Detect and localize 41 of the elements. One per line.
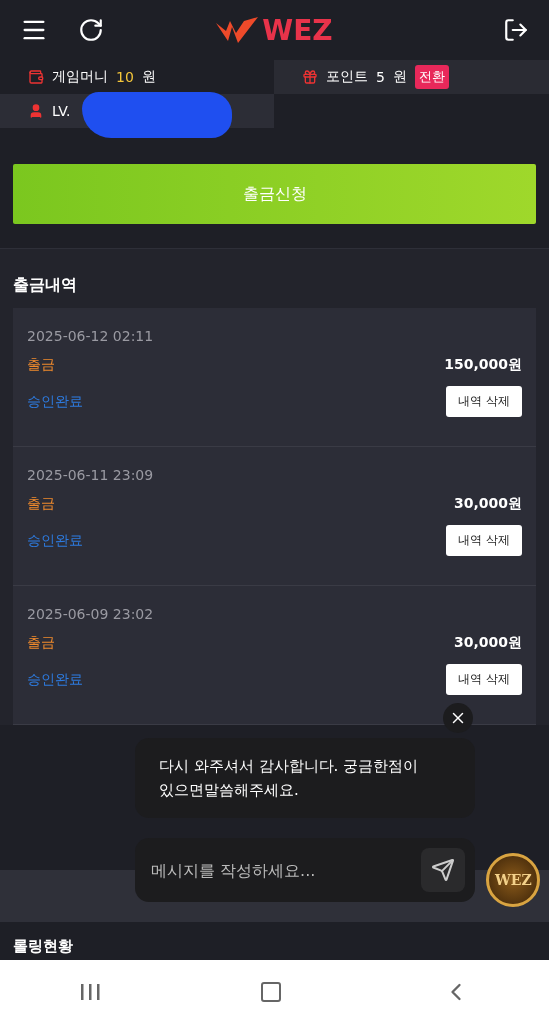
amount-text: 150,000원 — [444, 356, 522, 374]
type-text: 출금 — [27, 356, 55, 374]
wallet-icon — [28, 69, 44, 85]
logo-text: WEZ — [262, 13, 333, 47]
send-button[interactable] — [421, 848, 465, 892]
logo-icon — [214, 15, 261, 45]
message-composer[interactable]: 메시지를 작성하세요... — [135, 838, 475, 902]
delete-button[interactable]: 내역 삭제 — [446, 525, 522, 556]
chat-badge[interactable]: WEZ — [486, 853, 540, 907]
status-text: 승인완료 — [27, 392, 83, 411]
type-text: 출금 — [27, 495, 55, 513]
date-text: 2025-06-11 23:09 — [27, 467, 155, 483]
delete-button[interactable]: 내역 삭제 — [446, 386, 522, 417]
send-icon — [431, 858, 455, 882]
home-icon[interactable] — [259, 980, 284, 1004]
convert-button[interactable]: 전환 — [414, 65, 449, 89]
status-text: 승인완료 — [27, 670, 83, 689]
section-title: 출금내역 — [13, 275, 78, 296]
date-text: 2025-06-12 02:11 — [27, 328, 155, 344]
status-text: 승인완료 — [27, 531, 83, 550]
point-label: 포인트 — [326, 68, 368, 86]
gift-icon — [302, 69, 318, 85]
amount-text: 30,000원 — [453, 495, 522, 513]
delete-button[interactable]: 내역 삭제 — [446, 664, 522, 695]
section-title: 롤링현황 — [13, 937, 73, 955]
type-text: 출금 — [27, 634, 55, 652]
amount-text: 30,000원 — [453, 634, 522, 652]
point-value: 5 — [376, 69, 385, 85]
close-icon[interactable] — [443, 703, 473, 733]
message-field[interactable]: 메시지를 작성하세요... — [149, 859, 421, 881]
date-text: 2025-06-09 23:02 — [27, 606, 155, 622]
level-text: LV. — [52, 103, 71, 119]
recent-apps-icon[interactable] — [79, 982, 102, 1002]
user-icon — [28, 103, 44, 119]
refresh-icon[interactable] — [78, 17, 104, 43]
money-unit: 원 — [141, 68, 156, 86]
chat-message: 다시 와주셔서 감사합니다. 궁금한점이 있으면말씀해주세요. — [135, 738, 475, 818]
money-value: 10 — [116, 69, 134, 85]
point-unit: 원 — [392, 68, 407, 86]
money-label: 게임머니 — [52, 68, 108, 86]
logout-icon[interactable] — [503, 17, 529, 43]
